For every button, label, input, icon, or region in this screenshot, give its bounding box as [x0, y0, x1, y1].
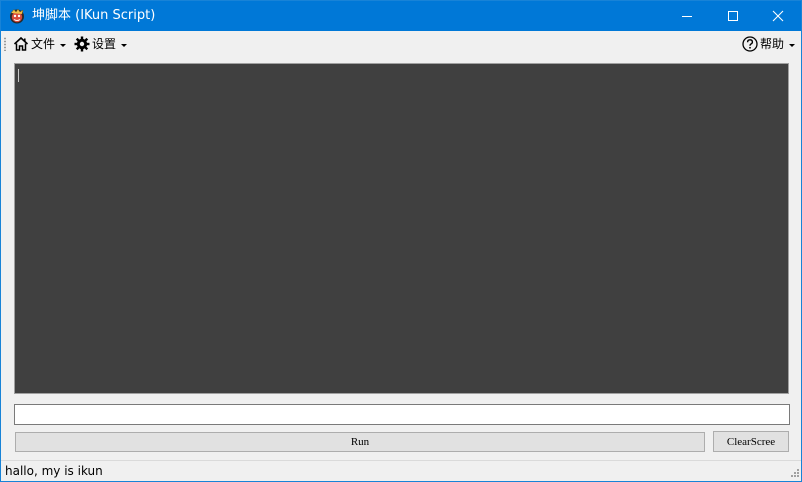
resize-grip-icon[interactable]	[788, 468, 800, 480]
help-circle-icon	[742, 36, 758, 52]
chevron-down-icon	[60, 43, 67, 47]
window-title: 坤脚本 (IKun Script)	[32, 8, 156, 23]
menu-help-label: 帮助	[760, 37, 785, 51]
close-button[interactable]	[755, 1, 801, 31]
minimize-button[interactable]	[664, 1, 710, 31]
chevron-down-icon	[789, 43, 796, 47]
ikun-logo-icon	[10, 8, 24, 24]
status-text: hallo, my is ikun	[5, 464, 103, 478]
maximize-icon	[728, 11, 738, 21]
menu-file[interactable]: 文件	[13, 33, 67, 55]
close-icon	[772, 10, 784, 22]
minimize-icon	[682, 16, 692, 17]
title-bar[interactable]: 坤脚本 (IKun Script)	[1, 1, 801, 31]
menu-settings-label: 设置	[92, 37, 117, 51]
text-caret	[18, 69, 19, 82]
menu-help[interactable]: 帮助	[742, 33, 796, 55]
menu-file-label: 文件	[31, 37, 56, 51]
toolbar-grip-icon[interactable]	[4, 37, 6, 51]
menu-bar: 文件 设置 帮助	[1, 31, 801, 56]
menu-settings[interactable]: 设置	[74, 33, 128, 55]
status-bar: hallo, my is ikun	[1, 460, 801, 481]
command-input[interactable]	[14, 404, 790, 425]
home-icon	[13, 36, 29, 51]
main-window: 坤脚本 (IKun Script) 文件 设置 帮助 Run ClearScre…	[0, 0, 802, 482]
maximize-button[interactable]	[710, 1, 756, 31]
run-button[interactable]: Run	[15, 432, 705, 452]
gear-icon	[74, 36, 90, 52]
output-console[interactable]	[14, 63, 789, 394]
chevron-down-icon	[121, 43, 128, 47]
clear-screen-button[interactable]: ClearScree	[713, 431, 789, 452]
